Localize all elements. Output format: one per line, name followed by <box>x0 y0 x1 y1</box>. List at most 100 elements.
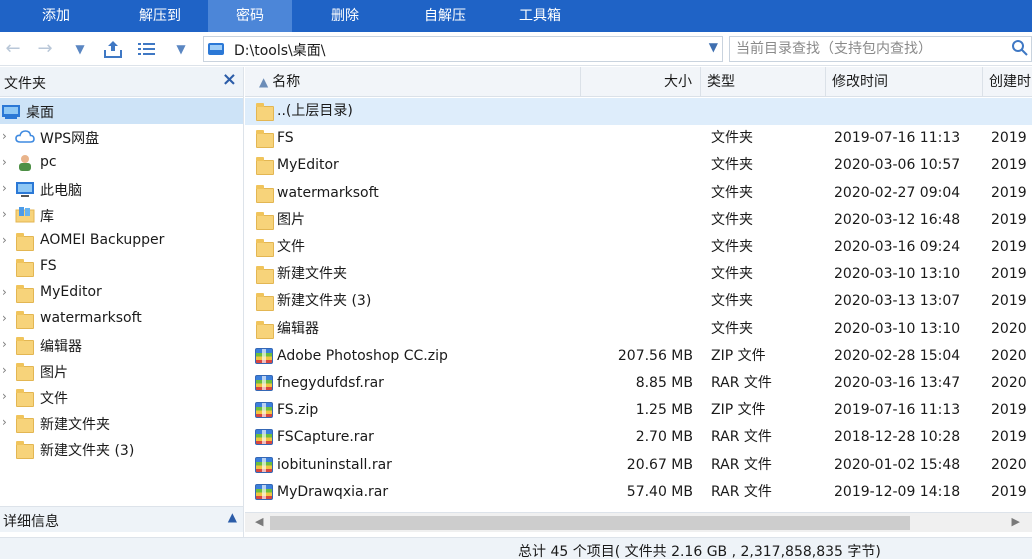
file-name: MyEditor <box>277 157 339 174</box>
file-modified: 2019-07-16 11:13 <box>834 402 961 419</box>
expand-arrow-icon[interactable]: › <box>2 415 7 429</box>
file-modified: 2020-02-28 15:04 <box>834 347 961 364</box>
column-name[interactable]: ▲ 名称 <box>245 67 581 97</box>
expand-arrow-icon[interactable]: › <box>2 285 7 299</box>
view-dropdown-icon[interactable]: ▼ <box>170 38 192 60</box>
tree-item-folder[interactable]: › watermarksoft <box>0 306 243 332</box>
tree-item-folder[interactable]: › 图片 <box>0 358 243 384</box>
expand-arrow-icon[interactable]: › <box>2 155 7 169</box>
file-row[interactable]: Adobe Photoshop CC.zip 207.56 MB ZIP 文件 202… <box>245 343 1032 370</box>
address-dropdown-icon[interactable]: ▼ <box>709 40 718 54</box>
file-row[interactable]: 图片 文件夹 2020-03-12 16:48 2019 <box>245 207 1032 234</box>
tree-item-this-pc[interactable]: › 此电脑 <box>0 176 243 202</box>
tree-item-folder[interactable]: › 编辑器 <box>0 332 243 358</box>
expand-arrow-icon[interactable]: › <box>2 207 7 221</box>
scroll-right-icon[interactable]: ▶ <box>1012 515 1020 528</box>
file-size: 1.25 MB <box>635 402 693 419</box>
file-row[interactable]: watermarksoft 文件夹 2020-02-27 09:04 2019 <box>245 180 1032 207</box>
folder-icon <box>256 320 274 339</box>
address-bar[interactable]: D:\tools\桌面\ ▼ <box>203 36 723 62</box>
file-row[interactable]: 新建文件夹 (3) 文件夹 2020-03-13 13:07 2019 <box>245 288 1032 315</box>
file-row[interactable]: MyEditor 文件夹 2020-03-06 10:57 2019 <box>245 152 1032 179</box>
chevron-up-icon[interactable]: ▲ <box>228 510 237 524</box>
details-bar[interactable]: 详细信息 ▲ <box>0 506 243 532</box>
tree-item-desktop[interactable]: 桌面 <box>0 98 243 124</box>
file-row[interactable]: 文件 文件夹 2020-03-16 09:24 2019 <box>245 234 1032 261</box>
file-row[interactable]: iobituninstall.rar 20.67 MB RAR 文件 2020-01-… <box>245 452 1032 479</box>
password-button[interactable]: 密码 <box>208 0 292 32</box>
file-modified: 2020-03-10 13:10 <box>834 320 961 337</box>
library-icon <box>15 207 35 223</box>
forward-arrow-icon[interactable]: → <box>34 38 56 60</box>
column-size[interactable]: 大小 <box>581 67 701 97</box>
tree-item-folder[interactable]: › AOMEI Backupper <box>0 228 243 254</box>
file-created: 2019 <box>991 211 1027 228</box>
file-name: 编辑器 <box>277 320 319 337</box>
column-modified[interactable]: 修改时间 <box>826 67 983 97</box>
tree-item-folder[interactable]: › MyEditor <box>0 280 243 306</box>
expand-arrow-icon[interactable]: › <box>2 181 7 195</box>
file-row[interactable]: FS.zip 1.25 MB ZIP 文件 2019-07-16 11:13 2019 <box>245 397 1032 424</box>
tree-item-folder[interactable]: FS <box>0 254 243 280</box>
folder-icon <box>16 311 34 329</box>
file-created: 2020 <box>991 456 1027 473</box>
file-size <box>581 152 693 179</box>
back-arrow-icon[interactable]: ← <box>2 38 24 60</box>
file-name: Adobe Photoshop CC.zip <box>277 347 448 364</box>
file-size <box>581 261 693 288</box>
column-created[interactable]: 创建时 <box>983 67 1032 97</box>
toolbox-button[interactable]: 工具箱 <box>492 0 588 32</box>
extract-to-button[interactable]: 解压到 <box>112 0 208 32</box>
file-modified: 2020-03-16 09:24 <box>834 239 961 255</box>
tree-item-library[interactable]: › 库 <box>0 202 243 228</box>
scroll-left-icon[interactable]: ◀ <box>255 515 263 528</box>
file-size: 2.70 MB <box>635 429 693 446</box>
tree-item-label: pc <box>40 154 57 170</box>
file-row[interactable]: ..(上层目录) <box>245 98 1032 125</box>
tree-item-folder[interactable]: › 新建文件夹 <box>0 410 243 436</box>
folder-icon <box>16 389 34 407</box>
file-type: ZIP 文件 <box>711 347 766 364</box>
file-name: MyDrawqxia.rar <box>277 483 389 500</box>
file-name: FS <box>277 130 294 147</box>
up-folder-icon[interactable] <box>102 38 124 60</box>
file-created: 2020 <box>991 375 1027 391</box>
tree-item-label: 编辑器 <box>40 339 82 355</box>
file-type: RAR 文件 <box>711 429 772 446</box>
file-row[interactable]: FSCapture.rar 2.70 MB RAR 文件 2018-12-28 10:… <box>245 424 1032 451</box>
file-row[interactable]: FS 文件夹 2019-07-16 11:13 2019 <box>245 125 1032 152</box>
file-created: 2019 <box>991 266 1027 283</box>
expand-arrow-icon[interactable]: › <box>2 337 7 351</box>
add-button[interactable]: 添加 <box>0 0 112 32</box>
tree-item-folder[interactable]: 新建文件夹 (3) <box>0 436 243 462</box>
file-row[interactable]: 新建文件夹 文件夹 2020-03-10 13:10 2019 <box>245 261 1032 288</box>
tree-item-pc-user[interactable]: › pc <box>0 150 243 176</box>
column-type[interactable]: 类型 <box>701 67 826 97</box>
history-dropdown-icon[interactable]: ▼ <box>69 38 91 60</box>
tree-item-wps-cloud[interactable]: › WPS网盘 <box>0 124 243 150</box>
expand-arrow-icon[interactable]: › <box>2 311 7 325</box>
file-name: 新建文件夹 <box>277 266 347 283</box>
expand-arrow-icon[interactable]: › <box>2 389 7 403</box>
search-icon[interactable] <box>1011 39 1029 57</box>
search-input[interactable] <box>736 39 1006 59</box>
horizontal-scrollbar[interactable]: ◀ ▶ <box>245 512 1032 532</box>
self-extract-button[interactable]: 自解压 <box>398 0 492 32</box>
tree-item-folder[interactable]: › 文件 <box>0 384 243 410</box>
file-type: 文件夹 <box>711 320 753 337</box>
expand-arrow-icon[interactable]: › <box>2 129 7 143</box>
folder-icon <box>256 293 274 312</box>
file-name: watermarksoft <box>277 184 379 201</box>
expand-arrow-icon[interactable]: › <box>2 233 7 247</box>
folder-icon <box>256 103 274 121</box>
expand-arrow-icon[interactable]: › <box>2 363 7 377</box>
file-row[interactable]: MyDrawqxia.rar 57.40 MB RAR 文件 2019-12-09 1… <box>245 479 1032 506</box>
file-row[interactable]: 编辑器 文件夹 2020-03-10 13:10 2020 <box>245 316 1032 343</box>
delete-button[interactable]: 删除 <box>292 0 398 32</box>
list-view-icon[interactable] <box>136 38 158 60</box>
folder-icon <box>16 233 34 251</box>
scrollbar-thumb[interactable] <box>270 516 910 530</box>
file-type: 文件夹 <box>711 293 753 310</box>
close-icon[interactable]: × <box>222 69 237 90</box>
file-row[interactable]: fnegydufdsf.rar 8.85 MB RAR 文件 2020-03-16 1… <box>245 370 1032 397</box>
